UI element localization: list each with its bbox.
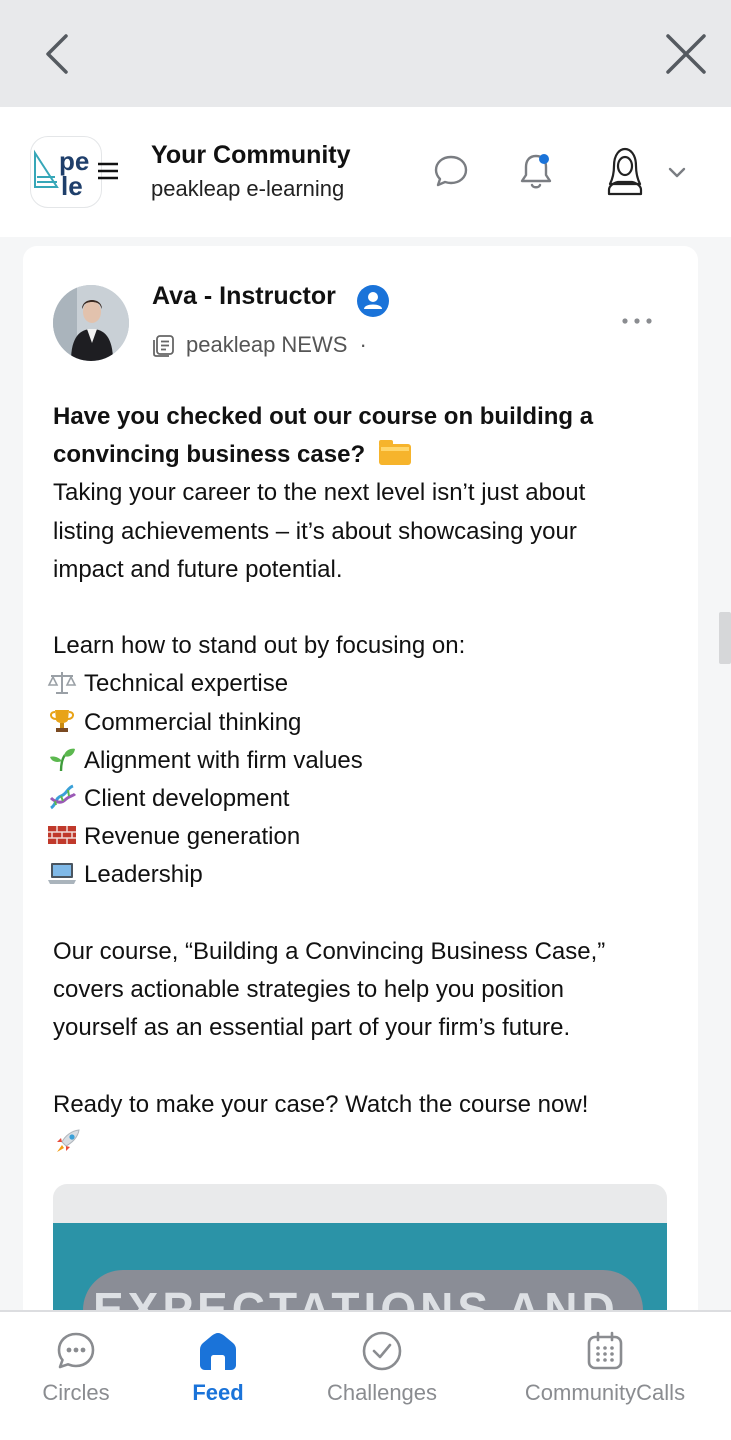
nav-circles[interactable]: Circles (28, 1330, 124, 1430)
post-body-line-1: Taking your career to the next level isn… (53, 479, 586, 507)
more-options-icon[interactable] (620, 314, 654, 328)
chevron-down-icon[interactable] (664, 160, 690, 184)
post-body-line-2: listing achievements – it’s about showca… (53, 517, 577, 545)
closing-line-1: Our course, “Building a Convincing Busin… (53, 937, 606, 965)
focus-item-label: Leadership (84, 861, 203, 889)
post-headline-1: Have you checked out our course on build… (53, 403, 594, 430)
focus-item: Technical expertise (47, 665, 673, 703)
meta-separator: · (359, 332, 367, 357)
preview-title: EXPECTATIONS AND (93, 1283, 619, 1310)
avatar-icon[interactable] (600, 144, 650, 198)
home-icon (200, 1333, 236, 1370)
rocket-line (53, 1124, 673, 1162)
focus-item: Revenue generation (47, 818, 673, 856)
nav-community-calls-label: CommunityCalls (524, 1380, 686, 1405)
close-icon[interactable] (660, 28, 712, 80)
chevron-left-icon[interactable] (38, 30, 78, 78)
verified-user-badge-icon (357, 285, 389, 317)
focus-item: Alignment with firm values (47, 742, 673, 780)
bricks-emoji (48, 826, 76, 845)
seedling-emoji (50, 748, 75, 771)
rocket-emoji (57, 1129, 80, 1152)
nav-circles-label: Circles (42, 1380, 110, 1405)
focus-item: Commercial thinking (47, 704, 673, 742)
browser-top-bar (0, 0, 731, 107)
author-avatar[interactable] (53, 285, 129, 361)
logo-text-bottom: le (61, 171, 83, 201)
focus-item: Client development (47, 780, 673, 818)
calendar-icon (587, 1331, 623, 1370)
closing-line-3: yourself as an essential part of your fi… (53, 1014, 571, 1042)
menu-icon[interactable] (96, 160, 120, 182)
dna-emoji (49, 784, 77, 810)
focus-item-label: Technical expertise (84, 670, 289, 698)
nav-feed-label: Feed (192, 1380, 244, 1405)
chat-icon[interactable] (432, 152, 470, 190)
focus-item: Leadership (47, 856, 673, 894)
post-channel[interactable]: peakleap NEWS · (186, 332, 367, 358)
focus-item-label: Client development (84, 785, 290, 813)
post-body-line-3: impact and future potential. (53, 555, 343, 583)
post-headline-2: convincing business case? (53, 436, 673, 474)
list-intro: Learn how to stand out by focusing on: (53, 632, 466, 660)
community-title[interactable]: Your Community (151, 141, 351, 170)
course-preview-image[interactable]: EXPECTATIONS AND (53, 1184, 667, 1310)
post-body: Have you checked out our course on build… (47, 398, 673, 1162)
check-circle-icon (362, 1331, 402, 1371)
nav-challenges[interactable]: Challenges (318, 1330, 446, 1430)
scales-emoji (47, 672, 77, 695)
focus-item-label: Revenue generation (84, 823, 301, 851)
logo-mark-icon: pe le (34, 146, 89, 201)
folder-emoji (378, 440, 411, 466)
channel-name: peakleap NEWS (186, 332, 348, 357)
nav-feed[interactable]: Feed (180, 1330, 256, 1430)
laptop-emoji (48, 863, 76, 885)
trophy-emoji (50, 709, 74, 732)
nav-challenges-label: Challenges (326, 1380, 438, 1405)
focus-item-label: Commercial thinking (84, 708, 302, 736)
headline-text: convincing business case? (53, 441, 366, 469)
chat-bubble-icon (57, 1332, 95, 1369)
community-logo[interactable]: pe le (30, 136, 102, 208)
cta-line: Ready to make your case? Watch the cours… (53, 1090, 589, 1118)
bell-icon[interactable] (517, 150, 555, 192)
scrollbar-thumb[interactable] (719, 612, 731, 664)
nav-community-calls[interactable]: CommunityCalls (514, 1330, 696, 1430)
author-name[interactable]: Ava - Instructor (152, 282, 336, 311)
community-subtitle: peakleap e-learning (151, 176, 345, 201)
post-list-icon (153, 335, 174, 357)
notification-dot (539, 154, 549, 164)
focus-item-label: Alignment with firm values (84, 746, 363, 774)
author-photo-icon (53, 285, 129, 361)
closing-line-2: covers actionable strategies to help you… (53, 976, 564, 1004)
